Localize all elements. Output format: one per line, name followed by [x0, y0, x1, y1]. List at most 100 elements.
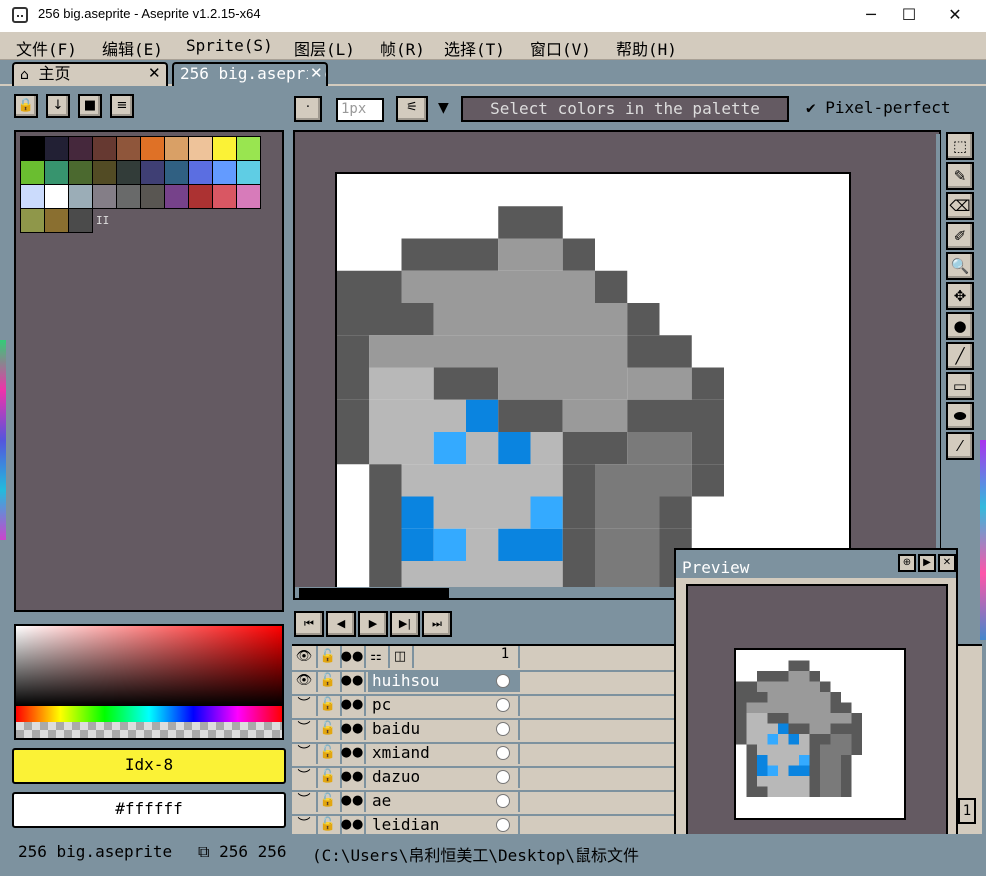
- palette-swatch[interactable]: [116, 136, 141, 161]
- eyedropper-tool[interactable]: ✐: [946, 222, 974, 250]
- play-button[interactable]: ▶: [358, 611, 388, 637]
- alpha-slider[interactable]: [16, 722, 282, 738]
- palette-swatch[interactable]: [236, 136, 261, 161]
- palette-swatch[interactable]: [20, 208, 45, 233]
- palette-swatch[interactable]: [92, 160, 117, 185]
- background-color-button[interactable]: #ffffff: [12, 792, 286, 828]
- brush-type-button[interactable]: ·: [294, 96, 322, 122]
- layer-row[interactable]: ︶ 🔓 ●● baidu: [292, 718, 692, 744]
- continuous-icon[interactable]: ●●: [340, 694, 366, 716]
- palette-swatch[interactable]: [44, 136, 69, 161]
- palette-swatch[interactable]: [44, 184, 69, 209]
- menu-frame[interactable]: 帧(R): [380, 36, 425, 60]
- unlock-icon[interactable]: 🔓: [316, 718, 342, 740]
- palette-sort-button[interactable]: ↓: [46, 94, 70, 118]
- eye-icon[interactable]: 👁: [292, 646, 318, 668]
- palette-swatch[interactable]: [164, 184, 189, 209]
- preview-zoom-button[interactable]: ⊕: [898, 554, 916, 572]
- menu-layer[interactable]: 图层(L): [294, 36, 355, 60]
- link-icon[interactable]: ●●: [340, 646, 366, 668]
- layer-row[interactable]: ︶ 🔓 ●● xmiand: [292, 742, 692, 768]
- rectangular-marquee-tool[interactable]: ⬚: [946, 132, 974, 160]
- onion-range-icon[interactable]: ◫: [388, 646, 414, 668]
- contour-tool[interactable]: ⬬: [946, 402, 974, 430]
- hue-slider[interactable]: [16, 706, 282, 722]
- palette-swatch[interactable]: [140, 184, 165, 209]
- palette-swatch[interactable]: [20, 136, 45, 161]
- preview-canvas[interactable]: [686, 584, 948, 850]
- unlock-icon[interactable]: 🔓: [316, 742, 342, 764]
- frame-number[interactable]: 1: [492, 646, 520, 668]
- layer-name[interactable]: pc: [368, 694, 492, 716]
- pencil-tool[interactable]: ✎: [946, 162, 974, 190]
- sprite-canvas[interactable]: [335, 172, 851, 592]
- layer-row[interactable]: 👁 🔓 ●● huihsou: [292, 670, 692, 696]
- palette-swatch[interactable]: [68, 160, 93, 185]
- palette-swatch[interactable]: [164, 136, 189, 161]
- sprite-editor[interactable]: [293, 130, 941, 600]
- menu-edit[interactable]: 编辑(E): [102, 36, 163, 60]
- continuous-icon[interactable]: ●●: [340, 718, 366, 740]
- palette-presets-button[interactable]: ■: [78, 94, 102, 118]
- previous-frame-button[interactable]: ◀: [326, 611, 356, 637]
- menu-help[interactable]: 帮助(H): [616, 36, 677, 60]
- vertical-scrollbar[interactable]: [936, 134, 940, 596]
- ink-type-button[interactable]: ⚟: [396, 96, 428, 122]
- palette-swatch[interactable]: [236, 160, 261, 185]
- palette-swatch[interactable]: [68, 208, 93, 233]
- palette-options-button[interactable]: ≡: [110, 94, 134, 118]
- layer-row[interactable]: ︶ 🔓 ●● dazuo: [292, 766, 692, 792]
- palette-swatch[interactable]: [92, 136, 117, 161]
- palette-swatch[interactable]: [68, 136, 93, 161]
- palette-swatch[interactable]: [140, 136, 165, 161]
- layer-name[interactable]: dazuo: [368, 766, 492, 788]
- eraser-tool[interactable]: ⌫: [946, 192, 974, 220]
- next-frame-button[interactable]: ▶|: [390, 611, 420, 637]
- unlock-icon[interactable]: 🔓: [316, 790, 342, 812]
- eye-closed-icon[interactable]: ︶: [292, 742, 318, 764]
- pixel-perfect-toggle[interactable]: ✔ Pixel-perfect: [806, 98, 951, 117]
- eye-icon[interactable]: 👁: [292, 670, 318, 692]
- menu-select[interactable]: 选择(T): [444, 36, 505, 60]
- palette-swatch[interactable]: [212, 136, 237, 161]
- layer-name[interactable]: baidu: [368, 718, 492, 740]
- paint-bucket-tool[interactable]: ●: [946, 312, 974, 340]
- rectangle-tool[interactable]: ▭: [946, 372, 974, 400]
- palette-swatch[interactable]: [140, 160, 165, 185]
- horizontal-scrollbar-thumb[interactable]: [299, 588, 449, 598]
- last-frame-button[interactable]: ⏭: [422, 611, 452, 637]
- palette-swatch[interactable]: [20, 160, 45, 185]
- palette-swatch[interactable]: [92, 184, 117, 209]
- palette-swatch[interactable]: [164, 160, 189, 185]
- continuous-icon[interactable]: ●●: [340, 766, 366, 788]
- palette-swatch[interactable]: [236, 184, 261, 209]
- eye-closed-icon[interactable]: ︶: [292, 718, 318, 740]
- palette-swatch[interactable]: [212, 184, 237, 209]
- palette-swatch[interactable]: [68, 184, 93, 209]
- layer-name[interactable]: ae: [368, 790, 492, 812]
- palette-swatch[interactable]: [188, 184, 213, 209]
- first-frame-button[interactable]: ⏮: [294, 611, 324, 637]
- tab-home-close-icon[interactable]: ✕: [148, 64, 161, 82]
- ink-dropdown-icon[interactable]: ▼: [438, 100, 449, 116]
- eye-closed-icon[interactable]: ︶: [292, 694, 318, 716]
- onion-skin-icon[interactable]: ⚏: [364, 646, 390, 668]
- layer-name[interactable]: xmiand: [368, 742, 492, 764]
- unlock-icon[interactable]: 🔓: [316, 814, 342, 834]
- layer-row[interactable]: ︶ 🔓 ●● leidian: [292, 814, 692, 834]
- palette-swatch[interactable]: [188, 136, 213, 161]
- menu-window[interactable]: 窗口(V): [530, 36, 591, 60]
- brush-size-input[interactable]: 1px: [336, 98, 384, 122]
- menu-file[interactable]: 文件(F): [16, 36, 77, 60]
- continuous-icon[interactable]: ●●: [340, 790, 366, 812]
- line-tool[interactable]: ╱: [946, 342, 974, 370]
- tab-file[interactable]: 256 big.aseprite ✕: [172, 62, 328, 86]
- frame-number-side[interactable]: 1: [958, 798, 976, 824]
- unlock-icon[interactable]: 🔓: [316, 694, 342, 716]
- color-picker[interactable]: [14, 624, 284, 740]
- layer-name[interactable]: huihsou: [368, 670, 492, 692]
- palette-swatch[interactable]: [116, 160, 141, 185]
- preview-play-button[interactable]: ▶: [918, 554, 936, 572]
- layer-name[interactable]: leidian: [368, 814, 492, 834]
- tab-home[interactable]: ⌂ 主页 ✕: [12, 62, 168, 86]
